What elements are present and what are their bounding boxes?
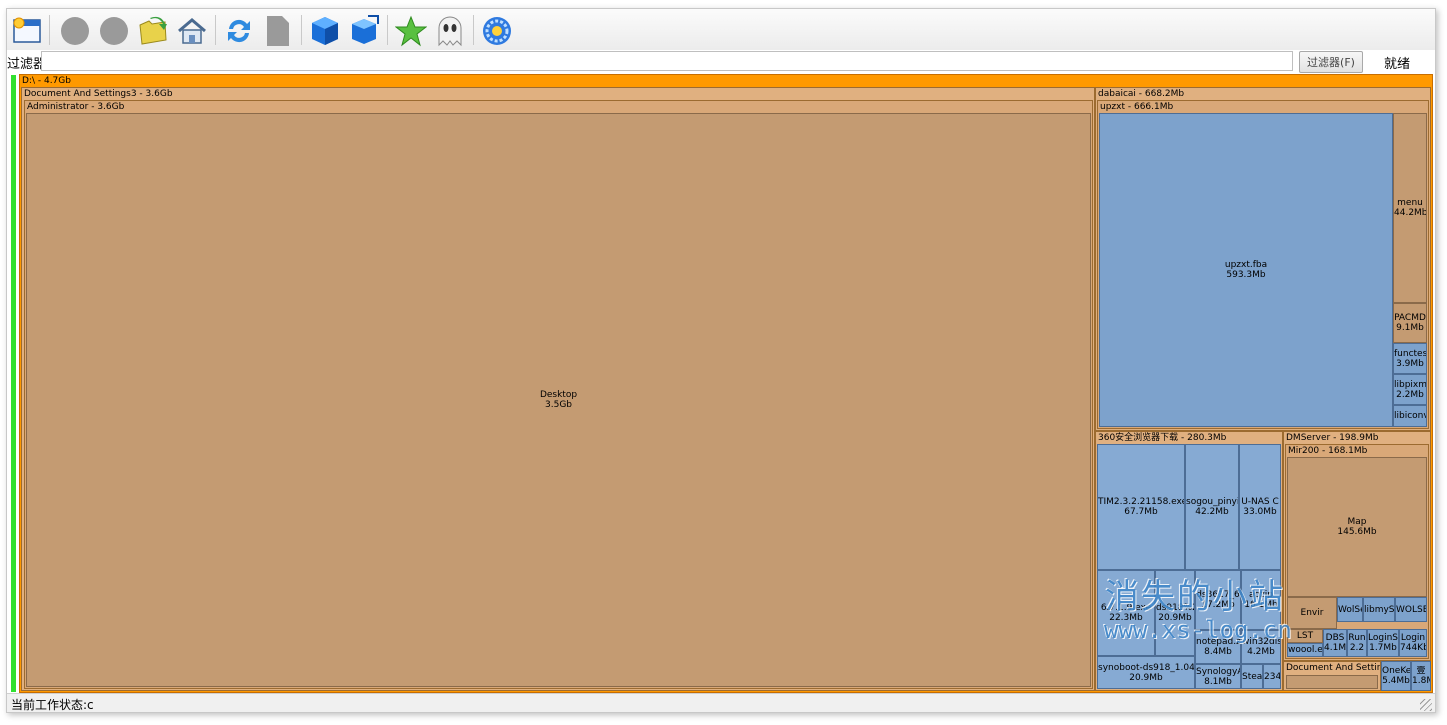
refresh-icon[interactable] [223, 15, 255, 47]
status-bar: 当前工作状态:c [7, 693, 1435, 712]
app-window: 过滤器 过滤器(F) 就绪 D:\ - 4.7Gb Document And S… [6, 8, 1436, 713]
file-wolse[interactable]: WolSe [1337, 597, 1363, 622]
folder-pacmd[interactable]: PACMD 9.1Mb [1393, 303, 1427, 343]
cube-icon[interactable] [309, 15, 341, 47]
file-woool-exe[interactable]: woool.e [1287, 643, 1323, 657]
filter-bar: 过滤器 过滤器(F) 就绪 [7, 50, 1435, 74]
folder-menu[interactable]: menu 44.2Mb [1393, 113, 1427, 303]
file-run[interactable]: Run 2.2 [1347, 629, 1367, 657]
forward-icon[interactable] [98, 15, 130, 47]
folder-document-and-setting[interactable]: Document And Setting [1283, 661, 1381, 691]
folder-lst[interactable]: LST [1287, 629, 1323, 643]
file-libpixma[interactable]: libpixma2.2Mb [1393, 374, 1427, 405]
star-icon[interactable] [395, 15, 427, 47]
file-dbs[interactable]: DBS 4.1M [1323, 629, 1347, 657]
file-sogou-pinyin[interactable]: sogou_pinyin42.2Mb [1185, 444, 1239, 570]
file-libiconv[interactable]: libiconv2 [1393, 405, 1427, 427]
file-stea[interactable]: Stea [1241, 664, 1263, 689]
back-icon[interactable] [59, 15, 91, 47]
resize-grip-icon[interactable] [1420, 699, 1432, 711]
home-icon[interactable] [176, 15, 208, 47]
file-misc[interactable]: 壹1.8M [1411, 661, 1431, 691]
settings-flower-icon[interactable] [481, 15, 513, 47]
file-onekey[interactable]: OneKe 5.4Mb [1381, 661, 1411, 691]
filter-button[interactable]: 过滤器(F) [1299, 51, 1363, 73]
new-window-icon[interactable] [11, 15, 43, 47]
selection-highlight-bar [11, 75, 16, 692]
file-234[interactable]: 234 [1263, 664, 1281, 689]
folder-map[interactable]: Map 145.6Mb [1287, 457, 1427, 597]
file-synoboot[interactable]: synoboot-ds918_1.04a 20.9Mb [1097, 656, 1195, 689]
file-functest[interactable]: functest3.9Mb [1393, 343, 1427, 374]
file-synology[interactable]: SynologyA 8.1Mb [1195, 664, 1241, 689]
document-icon[interactable] [262, 15, 294, 47]
ghost-icon[interactable] [434, 15, 466, 47]
file-tim[interactable]: TIM2.3.2.21158.exe 67.7Mb [1097, 444, 1185, 570]
file-upzxt-fba[interactable]: upzxt.fba 593.3Mb [1099, 113, 1393, 427]
file-logins[interactable]: LoginS 1.7Mb [1367, 629, 1399, 657]
folder-open-icon[interactable] [137, 15, 169, 47]
toolbar [7, 9, 1435, 51]
status-ready-label: 就绪 [1384, 57, 1411, 72]
watermark-url: www.xs-log.cn [1104, 616, 1292, 644]
file-unas[interactable]: U-NAS C 33.0Mb [1239, 444, 1281, 570]
folder-envir[interactable]: Envir [1287, 597, 1337, 629]
cube-expand-icon[interactable] [348, 15, 380, 47]
file-wolse2[interactable]: WOLSE [1395, 597, 1427, 622]
status-text: 当前工作状态:c [11, 698, 94, 712]
filter-input[interactable] [41, 51, 1293, 71]
folder-desktop[interactable]: Desktop 3.5Gb [26, 113, 1091, 687]
file-login[interactable]: Login 744Kb [1399, 629, 1427, 657]
file-libmys[interactable]: libmyS [1363, 597, 1395, 622]
watermark-title: 消失的小站 [1105, 577, 1285, 617]
